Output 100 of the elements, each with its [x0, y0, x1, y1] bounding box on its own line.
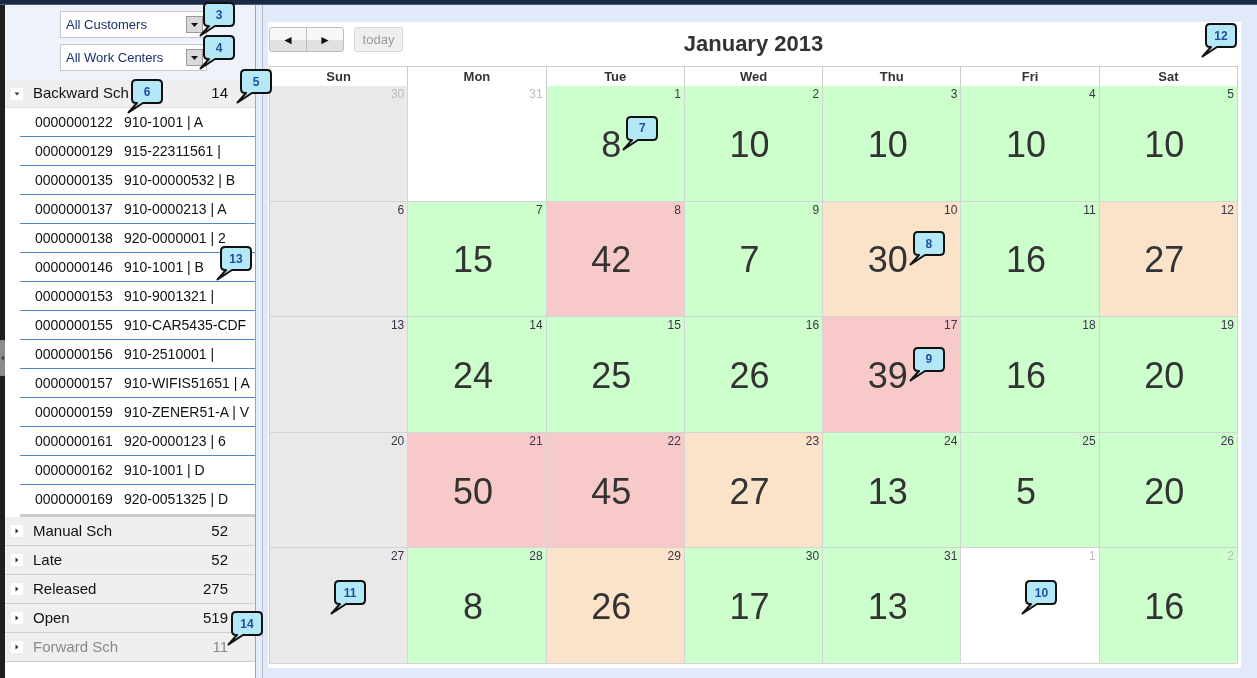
caret-right-icon[interactable] — [11, 525, 23, 537]
order-number: 0000000137 — [35, 199, 114, 219]
day-cell[interactable]: 2 10 — [684, 86, 824, 202]
order-number: 0000000156 — [35, 344, 114, 364]
day-cell[interactable]: 7 15 — [408, 201, 547, 318]
job-count: 30 — [867, 242, 908, 279]
job-count: 16 — [1006, 358, 1047, 394]
previous-button[interactable]: ◄ — [269, 27, 307, 52]
day-number: 30 — [805, 548, 821, 564]
day-cell[interactable]: 29 26 — [546, 548, 685, 664]
day-cell[interactable]: 17 39 9 — [823, 317, 962, 433]
section-header[interactable]: Released 275 — [5, 575, 255, 604]
day-cell[interactable]: 8 42 — [546, 201, 685, 318]
day-number: 17 — [944, 317, 959, 333]
day-cell[interactable]: 9 7 — [684, 201, 824, 318]
day-cell[interactable]: 20 — [270, 432, 409, 549]
job-count: 27 — [729, 473, 770, 510]
order-number: 0000000161 — [35, 431, 114, 451]
caret-down-icon[interactable] — [11, 87, 23, 100]
job-count: 8 — [601, 126, 622, 163]
day-cell[interactable]: 15 25 — [546, 317, 685, 433]
part-number: 910-00000532 | B — [124, 170, 236, 190]
order-number: 0000000129 — [35, 141, 114, 161]
section-header[interactable]: Manual Sch 52 — [5, 517, 255, 546]
day-cell[interactable]: 14 24 — [408, 317, 547, 433]
day-cell[interactable]: 21 50 — [408, 432, 547, 549]
job-count: 39 — [867, 358, 908, 394]
day-cell[interactable]: 1 10 — [961, 548, 1100, 664]
day-cell[interactable]: 1 8 7 — [546, 86, 685, 202]
day-number: 18 — [1082, 317, 1097, 333]
job-count: 7 — [739, 242, 760, 279]
section-label: Late — [33, 549, 63, 570]
numbered-callout: 8 — [908, 231, 945, 267]
job-count: 10 — [729, 126, 770, 163]
day-cell[interactable]: 26 20 — [1099, 432, 1238, 549]
section-count: 52 — [211, 549, 228, 570]
job-count: 16 — [1144, 589, 1185, 626]
day-cell[interactable]: 28 8 — [408, 548, 547, 664]
day-number: 23 — [805, 432, 821, 448]
job-count: 13 — [867, 473, 908, 510]
numbered-callout: 6 — [127, 79, 163, 114]
section-header[interactable]: Late 52 — [5, 546, 255, 575]
day-cell[interactable]: 25 5 — [961, 432, 1100, 549]
day-number: 3 — [950, 86, 959, 101]
day-cell[interactable]: 27 11 — [270, 548, 409, 664]
next-button[interactable]: ► — [306, 27, 344, 52]
day-number: 1 — [674, 86, 682, 101]
order-number: 0000000135 — [35, 170, 114, 190]
job-count: 26 — [591, 589, 632, 626]
day-cell[interactable]: 5 10 — [1099, 86, 1238, 202]
day-cell[interactable]: 13 — [270, 317, 409, 433]
caret-right-icon[interactable] — [11, 612, 23, 624]
day-number: 14 — [529, 317, 544, 333]
day-cell[interactable]: 12 27 — [1099, 201, 1238, 318]
day-number: 27 — [390, 548, 406, 564]
day-cell[interactable]: 16 26 — [684, 317, 824, 433]
part-number: 910-1001 | D — [124, 460, 205, 480]
day-cell[interactable]: 18 16 — [961, 317, 1100, 433]
order-number: 0000000153 — [35, 286, 114, 306]
day-number: 22 — [667, 432, 682, 448]
day-cell[interactable]: 2 16 — [1099, 548, 1238, 664]
day-cell[interactable]: 22 45 — [546, 432, 685, 549]
job-count: 24 — [452, 358, 493, 394]
day-number: 4 — [1089, 86, 1097, 101]
day-number: 11 — [1083, 201, 1097, 217]
job-count: 15 — [452, 242, 493, 279]
section-count: 11 — [212, 636, 228, 657]
numbered-callout: 10 — [1021, 580, 1058, 616]
day-cell[interactable]: 6 — [270, 201, 409, 318]
part-number: 910-0000213 | A — [124, 199, 227, 219]
dropdown-caret-icon[interactable] — [186, 49, 203, 66]
day-cell[interactable]: 4 10 — [961, 86, 1100, 202]
day-number: 7 — [535, 201, 544, 217]
day-number: 9 — [812, 201, 821, 217]
part-number: 910-CAR5435-CDF — [124, 315, 247, 335]
day-cell[interactable]: 3 10 — [823, 86, 962, 202]
job-count: 10 — [1144, 126, 1185, 163]
day-cell[interactable]: 19 20 — [1099, 317, 1238, 433]
day-cell[interactable]: 31 13 — [823, 548, 962, 664]
day-number: 10 — [944, 201, 959, 217]
day-cell[interactable]: 24 13 — [823, 432, 962, 549]
part-number: 910-2510001 | — [124, 344, 215, 364]
day-cell[interactable]: 11 16 — [961, 201, 1100, 318]
job-count: 13 — [867, 589, 908, 626]
day-number: 31 — [529, 86, 544, 101]
day-cell[interactable]: 10 30 8 — [823, 201, 962, 318]
section-count: 52 — [211, 520, 228, 541]
day-number: 31 — [944, 548, 959, 564]
collapse-handle-icon[interactable] — [0, 340, 5, 376]
numbered-callout: 7 — [622, 115, 659, 151]
day-number: 19 — [1220, 317, 1235, 333]
caret-right-icon[interactable] — [11, 583, 23, 595]
day-cell[interactable]: 30 17 — [684, 548, 824, 664]
numbered-callout: 12 — [1201, 23, 1237, 58]
numbered-callout: 5 — [236, 69, 272, 104]
caret-right-icon[interactable] — [11, 554, 23, 566]
numbered-callout: 14 — [227, 611, 263, 646]
dropdown-caret-icon[interactable] — [186, 16, 203, 33]
day-cell[interactable]: 23 27 — [684, 432, 824, 549]
part-number: 915-22311561 | — [124, 141, 221, 161]
